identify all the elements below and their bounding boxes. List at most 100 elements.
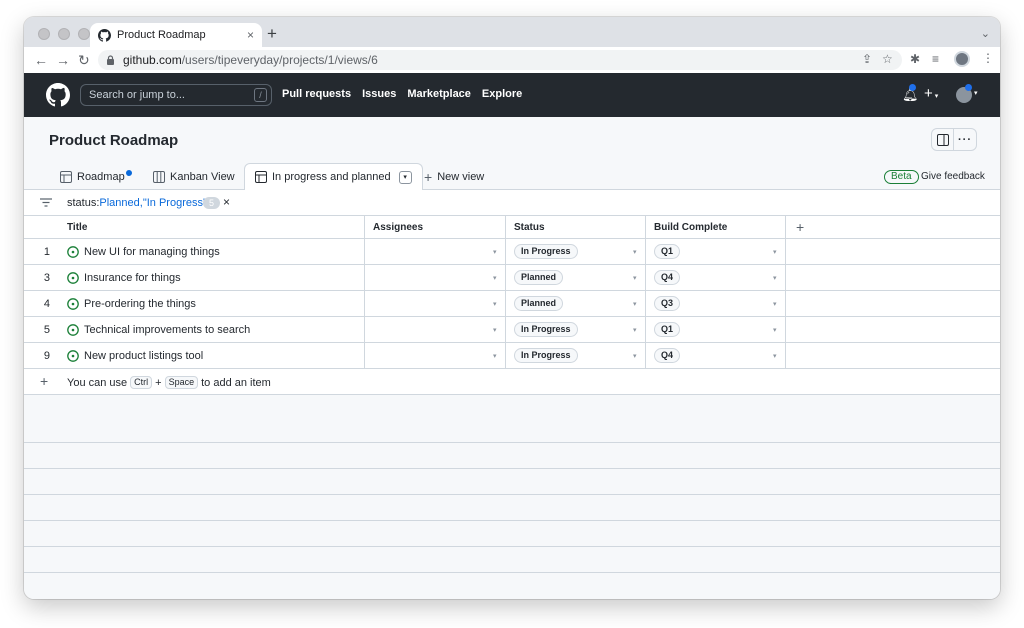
clear-filter-icon[interactable]: × bbox=[223, 195, 230, 209]
build-complete-cell[interactable]: Q4 bbox=[654, 343, 681, 368]
nav-marketplace[interactable]: Marketplace bbox=[407, 88, 471, 100]
row-number: 9 bbox=[43, 349, 50, 362]
nav-pull-requests[interactable]: Pull requests bbox=[282, 88, 351, 100]
status-cell[interactable]: In Progress bbox=[514, 343, 578, 368]
back-arrow-icon[interactable]: ← bbox=[34, 51, 48, 69]
add-item-plus-icon[interactable]: + bbox=[40, 373, 48, 389]
table-row[interactable]: 4 Pre-ordering the things ▾ Planned ▾ Q3… bbox=[24, 291, 1000, 317]
add-item-row[interactable]: + You can use Ctrl + Space to add an ite… bbox=[24, 369, 1000, 395]
title-cell[interactable]: Pre-ordering the things bbox=[67, 291, 364, 316]
tab-new-view[interactable]: + New view bbox=[424, 163, 484, 190]
open-issue-icon bbox=[67, 297, 79, 310]
build-complete-dropdown-icon[interactable]: ▾ bbox=[773, 274, 777, 282]
status-cell[interactable]: In Progress bbox=[514, 239, 578, 264]
url-text: github.com/users/tipeveryday/projects/1/… bbox=[123, 53, 378, 67]
title-cell[interactable]: Insurance for things bbox=[67, 265, 364, 290]
tab-kanban-view[interactable]: Kanban View bbox=[153, 163, 235, 190]
status-dropdown-icon[interactable]: ▾ bbox=[633, 300, 637, 308]
side-panel-icon bbox=[936, 133, 949, 146]
filter-query[interactable]: status:Planned,"In Progress" bbox=[67, 197, 207, 209]
bookmark-star-icon[interactable]: ☆ bbox=[882, 52, 893, 66]
issue-title[interactable]: New product listings tool bbox=[84, 350, 203, 362]
close-window-button[interactable] bbox=[38, 28, 50, 40]
column-header-title[interactable]: Title bbox=[67, 216, 87, 238]
tab-search-chevron-icon[interactable]: ⌄ bbox=[981, 27, 990, 40]
assignees-dropdown-icon[interactable]: ▾ bbox=[493, 248, 497, 256]
browser-tab[interactable]: Product Roadmap × bbox=[90, 23, 262, 47]
build-complete-cell[interactable]: Q4 bbox=[654, 265, 681, 290]
build-complete-dropdown-icon[interactable]: ▾ bbox=[773, 248, 777, 256]
address-bar[interactable]: github.com/users/tipeveryday/projects/1/… bbox=[98, 50, 902, 70]
build-complete-dropdown-icon[interactable]: ▾ bbox=[773, 300, 777, 308]
create-new-dropdown[interactable]: + ▾ bbox=[924, 85, 938, 102]
build-complete-dropdown-icon[interactable]: ▾ bbox=[773, 326, 777, 334]
status-cell[interactable]: In Progress bbox=[514, 317, 578, 342]
give-feedback-link[interactable]: Give feedback bbox=[921, 171, 985, 182]
tab-in-progress-and-planned[interactable]: In progress and planned ▾ bbox=[244, 163, 423, 191]
issue-title[interactable]: Pre-ordering the things bbox=[84, 298, 196, 310]
issue-title[interactable]: New UI for managing things bbox=[84, 246, 220, 258]
issue-title[interactable]: Technical improvements to search bbox=[84, 324, 250, 336]
reload-icon[interactable]: ↻ bbox=[78, 51, 90, 69]
title-cell[interactable]: New product listings tool bbox=[67, 343, 364, 368]
new-tab-button[interactable]: + bbox=[267, 25, 277, 43]
status-dropdown-icon[interactable]: ▾ bbox=[633, 352, 637, 360]
avatar-status-dot bbox=[965, 84, 972, 91]
assignees-dropdown-icon[interactable]: ▾ bbox=[493, 326, 497, 334]
maximize-window-button[interactable] bbox=[78, 28, 90, 40]
empty-row-divider bbox=[24, 442, 1000, 443]
window-controls bbox=[38, 28, 90, 40]
filter-bar[interactable]: status:Planned,"In Progress" 5 × bbox=[24, 190, 1000, 216]
status-dropdown-icon[interactable]: ▾ bbox=[633, 326, 637, 334]
build-complete-dropdown-icon[interactable]: ▾ bbox=[773, 352, 777, 360]
assignees-dropdown-icon[interactable]: ▾ bbox=[493, 274, 497, 282]
nav-issues[interactable]: Issues bbox=[362, 88, 396, 100]
side-panel-toggle-button[interactable] bbox=[931, 128, 954, 151]
title-cell[interactable]: New UI for managing things bbox=[67, 239, 364, 264]
add-column-button[interactable]: + bbox=[796, 216, 804, 238]
tab-roadmap[interactable]: Roadmap bbox=[60, 163, 132, 190]
project-more-button[interactable]: ··· bbox=[954, 128, 977, 151]
build-complete-cell[interactable]: Q1 bbox=[654, 239, 681, 264]
forward-arrow-icon[interactable]: → bbox=[56, 51, 70, 69]
status-dropdown-icon[interactable]: ▾ bbox=[633, 274, 637, 282]
status-cell[interactable]: Planned bbox=[514, 265, 564, 290]
minimize-window-button[interactable] bbox=[58, 28, 70, 40]
open-issue-icon bbox=[67, 323, 79, 336]
empty-row-divider bbox=[24, 520, 1000, 521]
assignees-dropdown-icon[interactable]: ▾ bbox=[493, 300, 497, 308]
status-cell[interactable]: Planned bbox=[514, 291, 564, 316]
column-header-status[interactable]: Status bbox=[514, 216, 545, 238]
extensions-puzzle-icon[interactable]: ✱ bbox=[910, 52, 920, 66]
table-row[interactable]: 3 Insurance for things ▾ Planned ▾ Q4 ▾ bbox=[24, 265, 1000, 291]
assignees-dropdown-icon[interactable]: ▾ bbox=[493, 352, 497, 360]
build-complete-badge: Q4 bbox=[654, 348, 681, 363]
column-header-build-complete[interactable]: Build Complete bbox=[654, 216, 727, 238]
close-tab-icon[interactable]: × bbox=[247, 28, 254, 42]
reading-list-icon[interactable]: ≡ bbox=[932, 52, 939, 66]
browser-profile-avatar[interactable] bbox=[954, 51, 970, 67]
build-complete-cell[interactable]: Q3 bbox=[654, 291, 681, 316]
avatar-caret-icon: ▾ bbox=[974, 90, 978, 97]
column-header-assignees[interactable]: Assignees bbox=[373, 216, 423, 238]
filter-icon[interactable] bbox=[40, 198, 52, 207]
github-logo-icon[interactable] bbox=[46, 83, 70, 107]
title-cell[interactable]: Technical improvements to search bbox=[67, 317, 364, 342]
build-complete-cell[interactable]: Q1 bbox=[654, 317, 681, 342]
view-options-caret-icon[interactable]: ▾ bbox=[398, 170, 412, 184]
github-favicon-icon bbox=[98, 28, 111, 42]
user-avatar[interactable] bbox=[956, 84, 972, 103]
table-icon bbox=[255, 171, 267, 183]
table-row[interactable]: 1 New UI for managing things ▾ In Progre… bbox=[24, 239, 1000, 265]
browser-tab-strip: Product Roadmap × + ⌄ bbox=[24, 17, 1000, 47]
browser-menu-icon[interactable]: ⋮ bbox=[982, 51, 994, 65]
status-dropdown-icon[interactable]: ▾ bbox=[633, 248, 637, 256]
issue-title[interactable]: Insurance for things bbox=[84, 272, 181, 284]
empty-row-divider bbox=[24, 546, 1000, 547]
nav-explore[interactable]: Explore bbox=[482, 88, 522, 100]
github-search-input[interactable]: Search or jump to... / bbox=[80, 84, 272, 106]
share-icon[interactable]: ⇪ bbox=[862, 52, 872, 66]
notification-bell-icon[interactable]: 🔔︎ bbox=[902, 84, 919, 103]
table-row[interactable]: 5 Technical improvements to search ▾ In … bbox=[24, 317, 1000, 343]
table-row[interactable]: 9 New product listings tool ▾ In Progres… bbox=[24, 343, 1000, 369]
